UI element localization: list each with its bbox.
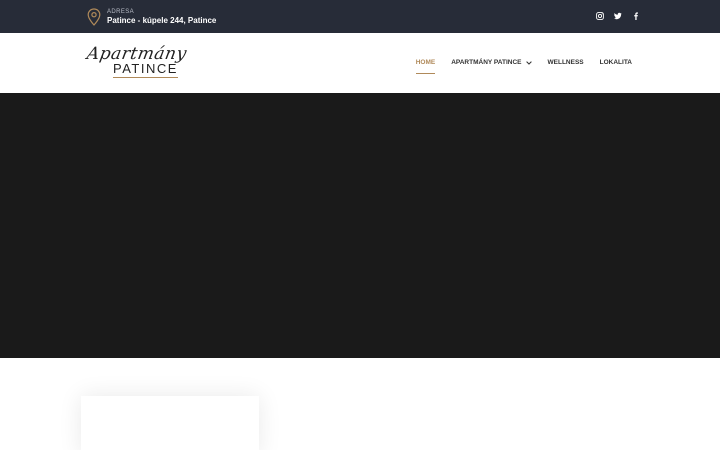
main-nav: HOME APARTMÁNY PATINCE WELLNESS LOKALITA bbox=[415, 59, 632, 74]
instagram-icon[interactable] bbox=[596, 11, 604, 20]
nav-item-home[interactable]: HOME bbox=[415, 59, 435, 74]
site-logo[interactable]: Apartmány PATINCE bbox=[85, 44, 205, 84]
address-value: Patince - kúpele 244, Patince bbox=[107, 16, 217, 25]
social-links bbox=[596, 11, 640, 20]
nav-item-lokalita[interactable]: LOKALITA bbox=[600, 59, 632, 69]
hero-banner bbox=[0, 93, 720, 358]
top-bar: ADRESA Patince - kúpele 244, Patince bbox=[0, 0, 720, 33]
twitter-icon[interactable] bbox=[614, 11, 622, 20]
address-label: ADRESA bbox=[107, 9, 135, 15]
nav-item-wellness[interactable]: WELLNESS bbox=[548, 59, 584, 69]
chevron-down-icon bbox=[525, 60, 532, 65]
site-header: Apartmány PATINCE HOME APARTMÁNY PATINCE… bbox=[0, 33, 720, 93]
nav-item-apartmany-patince[interactable]: APARTMÁNY PATINCE bbox=[451, 59, 532, 69]
logo-block-text: PATINCE bbox=[113, 61, 178, 78]
content-card bbox=[81, 396, 259, 450]
nav-item-label: APARTMÁNY PATINCE bbox=[451, 59, 522, 66]
facebook-icon[interactable] bbox=[632, 11, 640, 20]
address-block: ADRESA Patince - kúpele 244, Patince bbox=[87, 6, 216, 28]
map-pin-icon bbox=[87, 8, 101, 26]
